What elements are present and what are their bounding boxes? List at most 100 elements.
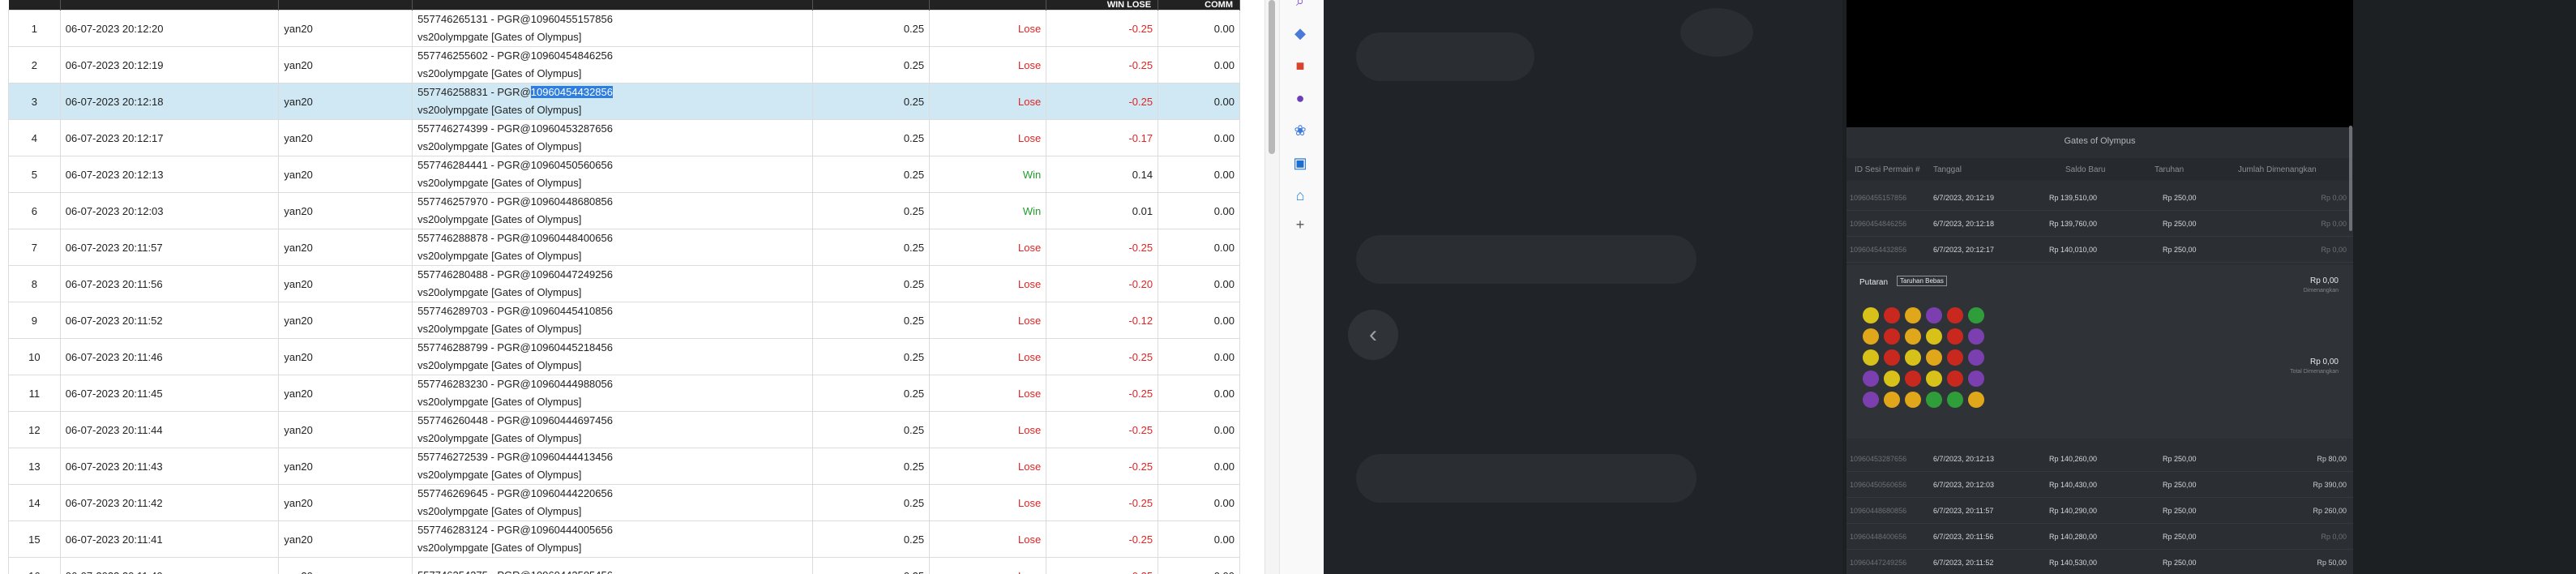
- toolbox-icon[interactable]: ■: [1290, 55, 1311, 76]
- table-row[interactable]: 11 06-07-2023 20:11:45 yan20 557746283230 -…: [8, 375, 1240, 412]
- reel-symbol: [1926, 392, 1942, 408]
- bet-id-cell: 557746280488 - PGR@10960447249256 vs20oly…: [412, 265, 814, 302]
- game-name: vs20olympgate [Gates of Olympus]: [417, 250, 582, 262]
- back-button[interactable]: ‹: [1348, 310, 1398, 360]
- col-header-bet[interactable]: [812, 0, 931, 11]
- background-card: [1356, 454, 1697, 503]
- bet-date: 06-07-2023 20:11:41: [59, 520, 280, 558]
- table-row[interactable]: 6 06-07-2023 20:12:03 yan20 557746257970 - …: [8, 192, 1240, 229]
- vertical-scrollbar[interactable]: [1264, 0, 1280, 574]
- bet-amount: 0.25: [812, 520, 931, 558]
- table-row[interactable]: 9 06-07-2023 20:11:52 yan20 557746289703 - …: [8, 302, 1240, 339]
- session-id: 10960454846256: [1850, 220, 1907, 228]
- session-win: Rp 0,00: [2321, 246, 2347, 254]
- panel-scrollbar[interactable]: [2349, 126, 2352, 231]
- session-saldo: Rp 140,430,00: [2049, 481, 2098, 489]
- background-avatar: [1680, 8, 1753, 57]
- row-number: 7: [8, 229, 61, 266]
- ref-id: 557746280488 - PGR@10960447249256: [417, 268, 613, 281]
- win-lose-amount: -0.25: [1046, 375, 1159, 412]
- add-icon[interactable]: +: [1290, 214, 1311, 235]
- col-header-no[interactable]: [8, 0, 61, 11]
- bet-date: 06-07-2023 20:12:19: [59, 46, 280, 84]
- history-row[interactable]: 10960447249256 6/7/2023, 20:11:52 Rp 140,5…: [1846, 550, 2353, 574]
- col-header-id[interactable]: [412, 0, 814, 11]
- result-status: Win: [929, 156, 1047, 193]
- session-saldo: Rp 140,010,00: [2049, 246, 2098, 254]
- table-row[interactable]: 10 06-07-2023 20:11:46 yan20 557746288799 -…: [8, 338, 1240, 375]
- col-header-user[interactable]: [278, 0, 413, 11]
- table-row[interactable]: 1 06-07-2023 20:12:20 yan20 557746265131 - …: [8, 10, 1240, 47]
- bet-id-cell: 557746274399 - PGR@10960453287656 vs20oly…: [412, 119, 814, 156]
- reel-symbol: [1863, 371, 1879, 387]
- session-bet: Rp 250,00: [2163, 455, 2197, 463]
- ref-id: 557746288799 - PGR@10960445218456: [417, 341, 613, 353]
- table-row[interactable]: 5 06-07-2023 20:12:13 yan20 557746284441 - …: [8, 156, 1240, 193]
- bet-date: 06-07-2023 20:12:17: [59, 119, 280, 156]
- reel-symbol: [1926, 349, 1942, 366]
- bet-id-cell: 557746289703 - PGR@10960445410856 vs20oly…: [412, 302, 814, 339]
- history-row[interactable]: 10960450560656 6/7/2023, 20:12:03 Rp 140,4…: [1846, 473, 2353, 498]
- history-row[interactable]: 10960448680856 6/7/2023, 20:11:57 Rp 140,2…: [1846, 499, 2353, 524]
- table-row[interactable]: 3 06-07-2023 20:12:18 yan20 557746258831 - …: [8, 83, 1240, 120]
- copilot-icon[interactable]: ❀: [1290, 120, 1311, 141]
- commission: 0.00: [1157, 10, 1240, 47]
- bet-date: 06-07-2023 20:11:40: [59, 557, 280, 574]
- table-header-row: WIN LOSE COMM: [8, 0, 1240, 11]
- table-row[interactable]: 15 06-07-2023 20:11:41 yan20 557746283124 -…: [8, 520, 1240, 558]
- bet-id-cell: 557746260448 - PGR@10960444697456 vs20oly…: [412, 411, 814, 448]
- bet-amount: 0.25: [812, 156, 931, 193]
- outlook-icon[interactable]: ▣: [1290, 152, 1311, 173]
- person-icon[interactable]: ●: [1290, 88, 1311, 109]
- session-date: 6/7/2023, 20:11:57: [1933, 507, 1994, 515]
- panel-title: Gates of Olympus: [2064, 136, 2136, 146]
- col-header-comm[interactable]: COMM: [1157, 0, 1240, 11]
- table-row[interactable]: 13 06-07-2023 20:11:43 yan20 557746272539 -…: [8, 448, 1240, 485]
- result-status: Lose: [929, 265, 1047, 302]
- reel-symbol: [1947, 349, 1963, 366]
- game-name: vs20olympgate [Gates of Olympus]: [417, 432, 582, 444]
- bet-amount: 0.25: [812, 10, 931, 47]
- bet-log-table-area: WIN LOSE COMM 1 06-07-2023 20:12:20 yan20 5…: [0, 0, 1260, 574]
- spin-win-amount: Rp 0,00: [2309, 276, 2339, 285]
- shopping-cart-icon[interactable]: ⌂: [1290, 185, 1311, 206]
- reel-symbol: [1863, 349, 1879, 366]
- history-row[interactable]: 10960455157856 6/7/2023, 20:12:19 Rp 139,5…: [1846, 186, 2353, 211]
- bet-amount: 0.25: [812, 375, 931, 412]
- history-row[interactable]: 10960448400656 6/7/2023, 20:11:56 Rp 140,2…: [1846, 525, 2353, 550]
- win-lose-amount: -0.25: [1046, 557, 1159, 574]
- history-row[interactable]: 10960454432856 6/7/2023, 20:12:17 Rp 140,0…: [1846, 238, 2353, 263]
- session-id: 10960448680856: [1850, 507, 1907, 515]
- reel-symbol: [1968, 371, 1984, 387]
- bet-date: 06-07-2023 20:11:42: [59, 484, 280, 521]
- commission: 0.00: [1157, 302, 1240, 339]
- table-row[interactable]: 7 06-07-2023 20:11:57 yan20 557746288878 - …: [8, 229, 1240, 266]
- col-header-result[interactable]: [929, 0, 1047, 11]
- search-icon[interactable]: ⌕: [1290, 0, 1311, 11]
- table-row[interactable]: 14 06-07-2023 20:11:42 yan20 557746269645 -…: [8, 484, 1240, 521]
- total-win-amount: Rp 0,00: [2309, 358, 2339, 366]
- table-row[interactable]: 2 06-07-2023 20:12:19 yan20 557746255602 - …: [8, 46, 1240, 84]
- win-lose-amount: -0.12: [1046, 302, 1159, 339]
- session-bet: Rp 250,00: [2163, 559, 2197, 567]
- table-row[interactable]: 12 06-07-2023 20:11:44 yan20 557746260448 -…: [8, 411, 1240, 448]
- game-preview: [1846, 0, 2353, 127]
- col-header-winlose[interactable]: WIN LOSE: [1046, 0, 1159, 11]
- table-row[interactable]: 4 06-07-2023 20:12:17 yan20 557746274399 - …: [8, 119, 1240, 156]
- history-row[interactable]: 10960454846256 6/7/2023, 20:12:18 Rp 139,7…: [1846, 212, 2353, 237]
- col-header-date[interactable]: [60, 0, 280, 11]
- ref-id: 557746254275 - PGR@10960443505456: [417, 569, 613, 574]
- username: yan20: [278, 302, 413, 339]
- ref-id: 557746257970 - PGR@10960448680856: [417, 195, 613, 208]
- win-lose-amount: -0.25: [1046, 484, 1159, 521]
- session-win: Rp 0,00: [2321, 533, 2347, 541]
- tag-icon[interactable]: ◆: [1290, 23, 1311, 44]
- bet-amount: 0.25: [812, 338, 931, 375]
- history-row[interactable]: 10960453287656 6/7/2023, 20:12:13 Rp 140,2…: [1846, 447, 2353, 472]
- session-date: 6/7/2023, 20:12:17: [1933, 246, 1995, 254]
- scrollbar-thumb[interactable]: [1269, 0, 1275, 154]
- table-row[interactable]: 8 06-07-2023 20:11:56 yan20 557746280488 - …: [8, 265, 1240, 302]
- bet-date: 06-07-2023 20:11:52: [59, 302, 280, 339]
- table-row[interactable]: 1606-07-2023 20:11:40yan20 557746254275 -…: [8, 557, 1240, 574]
- session-id: 10960453287656: [1850, 455, 1907, 463]
